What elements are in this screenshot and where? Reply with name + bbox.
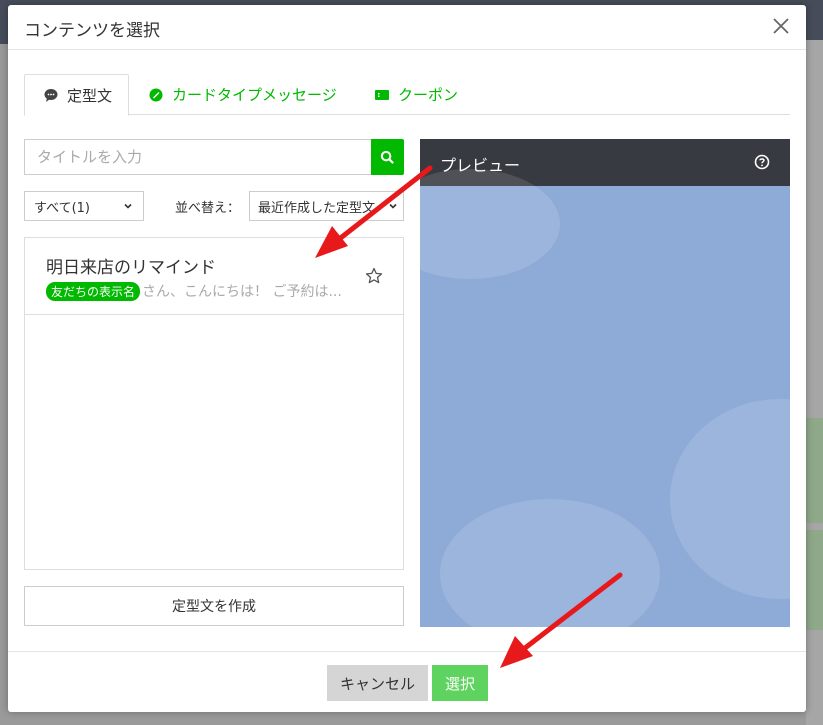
content-tabs: 定型文 カードタイプメッセージ クーポン xyxy=(24,74,790,116)
star-icon xyxy=(365,267,383,284)
filter-selected-value: すべて(1) xyxy=(34,200,90,216)
tab-label: 定型文 xyxy=(67,86,113,105)
item-preview: 友だちの表示名 さん、こんにちは！ ご予約は... xyxy=(46,281,342,301)
sort-dropdown[interactable]: 最近作成した定型文 xyxy=(249,191,404,221)
close-icon xyxy=(773,18,789,34)
chevron-down-icon xyxy=(389,203,397,209)
cloud-decoration xyxy=(670,399,790,599)
speech-bubble-icon xyxy=(43,87,59,103)
coupon-icon xyxy=(374,87,390,103)
tab-card-message[interactable]: カードタイプメッセージ xyxy=(148,74,337,115)
filter-dropdown[interactable]: すべて(1) xyxy=(24,191,144,221)
list-item[interactable]: 明日来店のリマインド 友だちの表示名 さん、こんにちは！ ご予約は... xyxy=(25,238,403,315)
modal-footer: キャンセル 選択 xyxy=(8,651,806,712)
close-button[interactable] xyxy=(770,15,792,37)
content-select-modal: コンテンツを選択 定型文 カードタイプメッセージ クーポン すべて xyxy=(8,5,806,712)
tab-label: クーポン xyxy=(398,86,459,104)
cancel-button[interactable]: キャンセル xyxy=(327,665,428,701)
sort-selected-value: 最近作成した定型文 xyxy=(258,200,376,216)
modal-header: コンテンツを選択 xyxy=(8,5,806,50)
select-button[interactable]: 選択 xyxy=(432,665,488,701)
tab-label: カードタイプメッセージ xyxy=(172,86,337,104)
sort-label: 並べ替え： xyxy=(175,201,241,216)
item-preview-text: さん、こんにちは！ ご予約は... xyxy=(142,284,342,300)
item-title: 明日来店のリマインド xyxy=(46,258,216,278)
title-search-input[interactable] xyxy=(24,139,371,175)
search-button[interactable] xyxy=(371,139,404,175)
template-list: 明日来店のリマインド 友だちの表示名 さん、こんにちは！ ご予約は... xyxy=(24,237,404,570)
tab-template-message[interactable]: 定型文 xyxy=(24,74,129,116)
modal-title: コンテンツを選択 xyxy=(24,21,160,41)
search-icon xyxy=(380,150,394,164)
favorite-button[interactable] xyxy=(364,266,384,286)
card-message-icon xyxy=(148,87,164,103)
friend-name-tag: 友だちの表示名 xyxy=(46,281,141,301)
create-template-button[interactable]: 定型文を作成 xyxy=(24,586,404,626)
tab-coupon[interactable]: クーポン xyxy=(374,74,458,115)
preview-panel: プレビュー xyxy=(420,139,790,627)
chevron-down-icon xyxy=(124,203,132,209)
background-right-strip xyxy=(806,40,823,725)
help-button[interactable] xyxy=(754,154,770,170)
question-circle-icon xyxy=(754,154,770,170)
cloud-decoration xyxy=(440,499,660,627)
